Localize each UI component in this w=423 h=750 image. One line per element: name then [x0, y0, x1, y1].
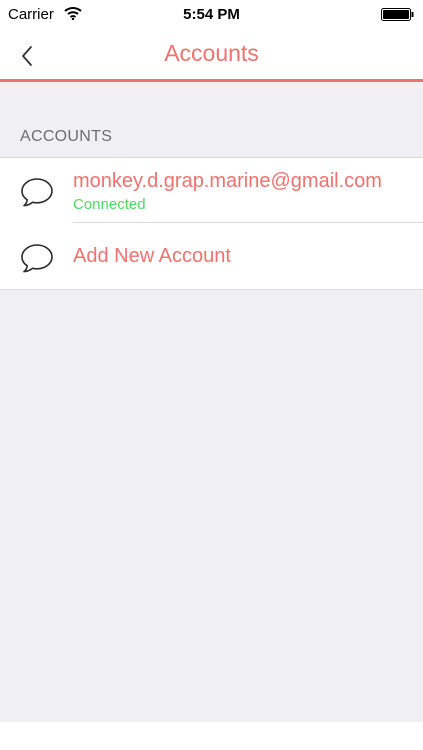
account-row[interactable]: monkey.d.grap.marine@gmail.com Connected	[0, 158, 423, 223]
chat-bubble-icon	[21, 178, 53, 207]
add-account-label: Add New Account	[73, 245, 231, 267]
screen: Carrier 5:54 PM Accounts ACCOUNTS monkey…	[0, 0, 423, 750]
status-time: 5:54 PM	[183, 6, 240, 23]
status-bar: Carrier 5:54 PM	[0, 0, 423, 30]
section-header-accounts: ACCOUNTS	[20, 128, 113, 145]
account-status: Connected	[73, 196, 146, 213]
bottom-strip	[0, 722, 423, 750]
battery-icon	[381, 8, 414, 21]
accounts-list: monkey.d.grap.marine@gmail.com Connected…	[0, 157, 423, 290]
navigation-bar: Accounts	[0, 30, 423, 82]
page-title: Accounts	[164, 40, 259, 66]
chat-bubble-icon	[21, 244, 53, 273]
account-email: monkey.d.grap.marine@gmail.com	[73, 170, 382, 192]
add-account-row[interactable]: Add New Account	[0, 223, 423, 289]
